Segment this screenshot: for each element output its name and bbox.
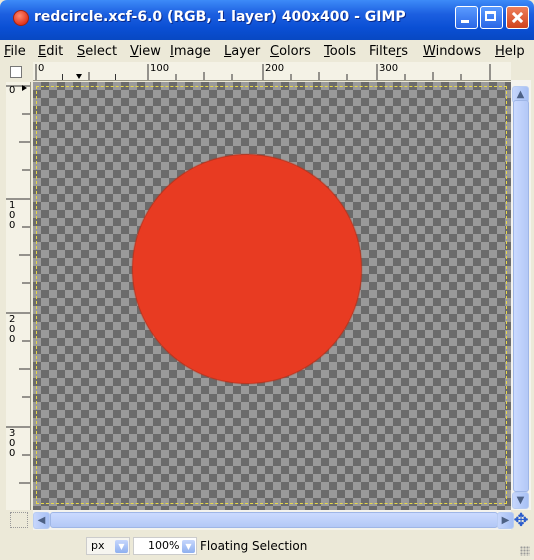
menu-tools[interactable]: Tools bbox=[324, 44, 356, 59]
unit-selector[interactable]: px ▼ bbox=[86, 537, 130, 555]
navigate-icon[interactable]: ✥ bbox=[512, 512, 530, 530]
status-message: Floating Selection bbox=[200, 539, 308, 553]
chevron-down-icon: ▼ bbox=[115, 540, 128, 553]
horizontal-ruler[interactable]: 0 100 200 300 bbox=[33, 62, 511, 81]
menu-image-label: mage bbox=[173, 44, 211, 59]
hruler-label: 300 bbox=[379, 63, 399, 74]
menu-filters-label-rest: s bbox=[401, 44, 408, 59]
chevron-down-icon: ▼ bbox=[182, 540, 195, 553]
red-circle-floating-selection[interactable] bbox=[133, 155, 361, 383]
menu-help-label: elp bbox=[504, 44, 525, 59]
menu-windows-label: indows bbox=[435, 44, 482, 59]
menu-colors-mnemonic: C bbox=[270, 44, 280, 59]
menu-layer[interactable]: Layer bbox=[224, 44, 260, 59]
menu-filters-label-pre: Filte bbox=[369, 44, 396, 59]
zoom-value: 100% bbox=[148, 539, 180, 552]
menu-edit[interactable]: Edit bbox=[38, 44, 63, 59]
minimize-button[interactable] bbox=[455, 6, 478, 29]
menu-help[interactable]: Help bbox=[495, 44, 525, 59]
menu-help-mnemonic: H bbox=[495, 44, 505, 59]
image-menu-arrow-icon[interactable] bbox=[10, 66, 22, 78]
menu-view-label: iew bbox=[138, 44, 161, 59]
gimp-app-icon[interactable] bbox=[13, 10, 29, 26]
menu-filters[interactable]: Filters bbox=[369, 44, 408, 59]
menu-bar: File Edit Select View Image Layer Colors… bbox=[0, 40, 534, 62]
unit-value: px bbox=[91, 539, 105, 552]
vruler-label: 300 bbox=[9, 428, 16, 459]
vruler-label: 100 bbox=[9, 200, 16, 231]
vruler-label: 0 bbox=[9, 85, 16, 96]
hruler-label: 200 bbox=[265, 63, 285, 74]
menu-edit-label: dit bbox=[46, 44, 64, 59]
menu-layer-label: ayer bbox=[231, 44, 261, 59]
ruler-pointer-icon bbox=[76, 74, 82, 79]
menu-image[interactable]: Image bbox=[170, 44, 211, 59]
vertical-scrollbar-thumb[interactable] bbox=[513, 100, 529, 492]
resize-grip-icon[interactable] bbox=[520, 546, 530, 556]
window-title: redcircle.xcf-6.0 (RGB, 1 layer) 400x400… bbox=[34, 9, 406, 25]
menu-select-label: elect bbox=[85, 44, 118, 59]
menu-colors-label: olors bbox=[279, 44, 311, 59]
scroll-left-arrow-icon[interactable]: ◀ bbox=[33, 512, 50, 529]
menu-edit-mnemonic: E bbox=[38, 44, 47, 59]
scroll-down-arrow-icon[interactable]: ▼ bbox=[512, 492, 529, 509]
menu-file-label: ile bbox=[10, 44, 26, 59]
quick-mask-toggle-icon[interactable] bbox=[10, 512, 28, 528]
vruler-label: 200 bbox=[9, 314, 16, 345]
menu-view-mnemonic: V bbox=[130, 44, 139, 59]
status-bar: px ▼ 100% ▼ Floating Selection bbox=[0, 532, 534, 560]
close-button[interactable] bbox=[506, 6, 529, 29]
vertical-ruler[interactable]: 0 100 200 300 bbox=[6, 82, 31, 510]
horizontal-scrollbar-thumb[interactable] bbox=[50, 512, 498, 528]
menu-select[interactable]: Select bbox=[77, 44, 117, 59]
menu-windows[interactable]: Windows bbox=[423, 44, 481, 59]
menu-windows-mnemonic: W bbox=[423, 44, 436, 59]
hruler-label: 0 bbox=[38, 63, 45, 74]
menu-tools-label: ools bbox=[329, 44, 357, 59]
menu-view[interactable]: View bbox=[130, 44, 161, 59]
menu-colors[interactable]: Colors bbox=[270, 44, 311, 59]
menu-file[interactable]: File bbox=[4, 44, 26, 59]
title-bar[interactable]: redcircle.xcf-6.0 (RGB, 1 layer) 400x400… bbox=[0, 0, 534, 40]
hruler-label: 100 bbox=[150, 63, 170, 74]
maximize-button[interactable] bbox=[480, 6, 503, 29]
zoom-selector[interactable]: 100% ▼ bbox=[133, 537, 197, 555]
